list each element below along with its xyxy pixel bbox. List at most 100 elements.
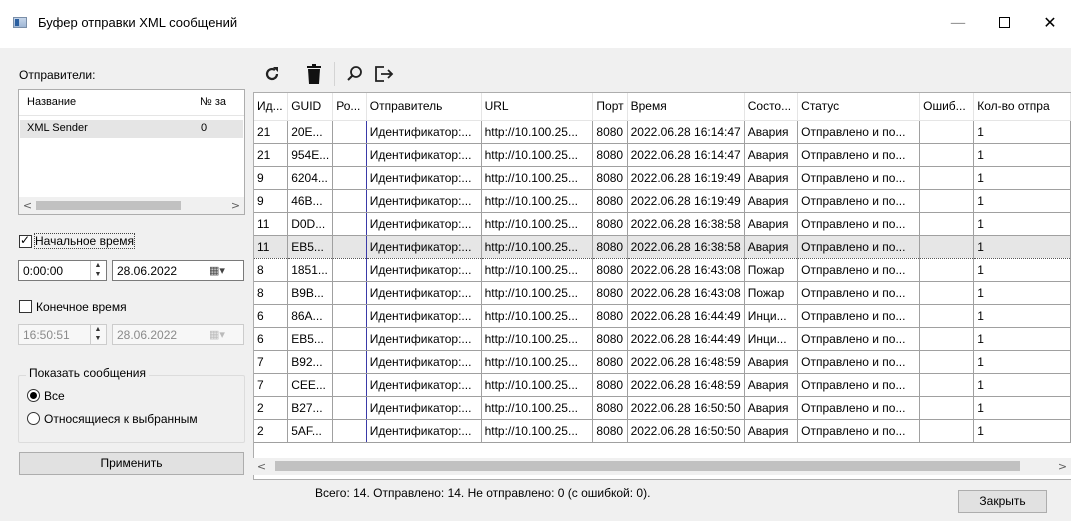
- table-cell[interactable]: 6: [254, 304, 289, 328]
- table-cell[interactable]: 8080: [592, 281, 628, 305]
- table-cell[interactable]: Отправлено и по...: [797, 120, 921, 144]
- table-cell[interactable]: [332, 189, 367, 213]
- table-cell[interactable]: Отправлено и по...: [797, 350, 921, 374]
- table-cell[interactable]: 8080: [592, 304, 628, 328]
- calendar-icon[interactable]: ▦▾: [207, 325, 227, 344]
- table-cell[interactable]: [332, 304, 367, 328]
- table-cell[interactable]: Идентификатор:...: [366, 143, 482, 167]
- table-cell[interactable]: EB5...: [287, 234, 334, 259]
- table-cell[interactable]: Инци...: [744, 327, 799, 351]
- column-header[interactable]: Ошиб...: [919, 93, 975, 121]
- table-cell[interactable]: 2022.06.28 16:50:50: [627, 419, 745, 443]
- end-time-checkbox[interactable]: [19, 300, 32, 313]
- table-cell[interactable]: [332, 166, 367, 190]
- table-cell[interactable]: 5AF...: [287, 419, 334, 443]
- table-cell[interactable]: 2: [254, 396, 289, 420]
- senders-row[interactable]: XML Sender 0: [20, 120, 243, 138]
- table-cell[interactable]: Пожар: [744, 281, 799, 305]
- table-cell[interactable]: [332, 373, 367, 397]
- table-cell[interactable]: [919, 373, 975, 397]
- scroll-right-icon[interactable]: >: [1054, 458, 1071, 475]
- table-cell[interactable]: http://10.100.25...: [481, 419, 594, 443]
- table-cell[interactable]: Отправлено и по...: [797, 419, 921, 443]
- table-cell[interactable]: 2022.06.28 16:14:47: [627, 120, 745, 144]
- minimize-button[interactable]: —: [935, 6, 981, 38]
- table-row[interactable]: 21 20E... Идентификатор:... http://10.100.2…: [254, 120, 1071, 144]
- table-cell[interactable]: 2022.06.28 16:43:08: [627, 281, 745, 305]
- table-cell[interactable]: 8080: [592, 419, 628, 443]
- table-cell[interactable]: B9B...: [287, 281, 334, 305]
- table-cell[interactable]: 2022.06.28 16:43:08: [627, 258, 745, 282]
- table-cell[interactable]: Идентификатор:...: [366, 166, 482, 190]
- table-cell[interactable]: http://10.100.25...: [481, 281, 594, 305]
- maximize-button[interactable]: [981, 6, 1027, 38]
- table-cell[interactable]: Отправлено и по...: [797, 304, 921, 328]
- table-cell[interactable]: [919, 327, 975, 351]
- table-cell[interactable]: 8080: [592, 373, 628, 397]
- table-cell[interactable]: Идентификатор:...: [366, 258, 482, 282]
- table-cell[interactable]: 7: [254, 373, 289, 397]
- table-cell[interactable]: Авария: [744, 350, 799, 374]
- close-button[interactable]: Закрыть: [958, 490, 1047, 513]
- table-cell[interactable]: http://10.100.25...: [481, 212, 594, 236]
- grid-hscroll[interactable]: < >: [253, 458, 1071, 475]
- table-cell[interactable]: [332, 419, 367, 443]
- table-cell[interactable]: 21: [254, 120, 289, 144]
- senders-hscroll[interactable]: < >: [19, 197, 244, 214]
- table-cell[interactable]: Отправлено и по...: [797, 281, 921, 305]
- table-cell[interactable]: [919, 281, 975, 305]
- refresh-icon[interactable]: [260, 62, 284, 86]
- table-row[interactable]: 11 EB5... Идентификатор:... http://10.100.2…: [254, 234, 1071, 259]
- table-cell[interactable]: http://10.100.25...: [481, 189, 594, 213]
- table-cell[interactable]: B27...: [287, 396, 334, 420]
- table-cell[interactable]: 6204...: [287, 166, 334, 190]
- table-cell[interactable]: 8080: [592, 350, 628, 374]
- table-row[interactable]: 8 1851... Идентификатор:... http://10.100.2…: [254, 258, 1071, 282]
- column-header[interactable]: Время: [627, 93, 745, 121]
- table-cell[interactable]: EB5...: [287, 327, 334, 351]
- table-cell[interactable]: Идентификатор:...: [366, 234, 482, 259]
- table-cell[interactable]: 11: [254, 212, 289, 236]
- table-row[interactable]: 6 EB5... Идентификатор:... http://10.100.25…: [254, 327, 1071, 351]
- table-cell[interactable]: [919, 234, 975, 259]
- table-row[interactable]: 7 B92... Идентификатор:... http://10.100.25…: [254, 350, 1071, 374]
- table-cell[interactable]: 8080: [592, 120, 628, 144]
- column-header[interactable]: Ро...: [332, 93, 367, 121]
- table-cell[interactable]: 8080: [592, 166, 628, 190]
- table-cell[interactable]: [919, 304, 975, 328]
- table-cell[interactable]: http://10.100.25...: [481, 304, 594, 328]
- table-cell[interactable]: 2022.06.28 16:50:50: [627, 396, 745, 420]
- table-cell[interactable]: Авария: [744, 373, 799, 397]
- table-cell[interactable]: [919, 212, 975, 236]
- table-cell[interactable]: 8080: [592, 212, 628, 236]
- table-cell[interactable]: Идентификатор:...: [366, 304, 482, 328]
- table-cell[interactable]: 46B...: [287, 189, 334, 213]
- table-cell[interactable]: Отправлено и по...: [797, 189, 921, 213]
- table-cell[interactable]: [919, 419, 975, 443]
- table-cell[interactable]: [332, 143, 367, 167]
- table-cell[interactable]: Авария: [744, 189, 799, 213]
- table-cell[interactable]: 2022.06.28 16:19:49: [627, 189, 745, 213]
- table-cell[interactable]: 7: [254, 350, 289, 374]
- table-cell[interactable]: http://10.100.25...: [481, 350, 594, 374]
- table-cell[interactable]: Идентификатор:...: [366, 373, 482, 397]
- table-cell[interactable]: http://10.100.25...: [481, 327, 594, 351]
- start-time-input[interactable]: 0:00:00 ▲ ▼: [18, 260, 107, 281]
- table-cell[interactable]: 2022.06.28 16:44:49: [627, 327, 745, 351]
- table-cell[interactable]: Авария: [744, 212, 799, 236]
- table-cell[interactable]: 86A...: [287, 304, 334, 328]
- table-cell[interactable]: http://10.100.25...: [481, 396, 594, 420]
- table-cell[interactable]: [332, 281, 367, 305]
- table-cell[interactable]: Отправлено и по...: [797, 258, 921, 282]
- table-cell[interactable]: Инци...: [744, 304, 799, 328]
- table-cell[interactable]: 1: [973, 327, 1071, 351]
- show-all-label[interactable]: Все: [44, 389, 65, 403]
- table-cell[interactable]: [332, 120, 367, 144]
- show-all-radio[interactable]: [27, 389, 40, 402]
- table-cell[interactable]: 1: [973, 373, 1071, 397]
- column-header[interactable]: Статус: [797, 93, 921, 121]
- end-time-spinner[interactable]: ▲ ▼: [90, 325, 105, 344]
- table-cell[interactable]: 1: [973, 120, 1071, 144]
- table-cell[interactable]: [919, 396, 975, 420]
- scroll-left-icon[interactable]: <: [253, 458, 270, 475]
